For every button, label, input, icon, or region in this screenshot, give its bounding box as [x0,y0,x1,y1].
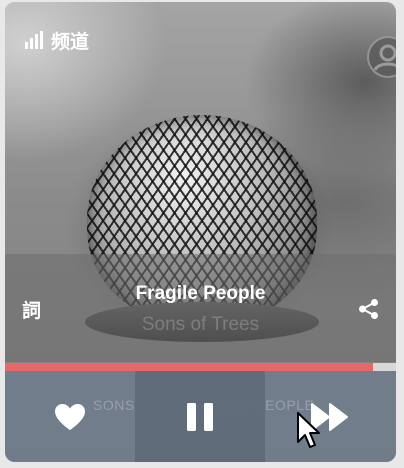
song-artist: Sons of Trees [141,314,260,335]
pause-button[interactable] [135,371,265,462]
music-player-card: 频道 詞 Fragile People Sons of Trees SONS G… [5,2,396,462]
pause-icon [187,402,213,431]
next-button[interactable] [265,371,395,462]
mouse-cursor-icon [297,412,320,448]
signal-bars-icon [25,31,43,49]
share-icon[interactable] [358,298,380,325]
playback-controls: SONS GILE PEOPLE [5,371,396,462]
heart-icon [55,403,85,430]
progress-bar-fill [5,363,373,371]
like-button[interactable] [5,371,135,462]
progress-bar[interactable] [5,363,396,371]
channel-button[interactable]: 频道 [25,24,89,56]
song-title: Fragile People [135,283,266,304]
song-info-band [5,254,396,362]
channel-label: 频道 [51,30,90,53]
user-avatar-icon[interactable] [367,36,396,78]
